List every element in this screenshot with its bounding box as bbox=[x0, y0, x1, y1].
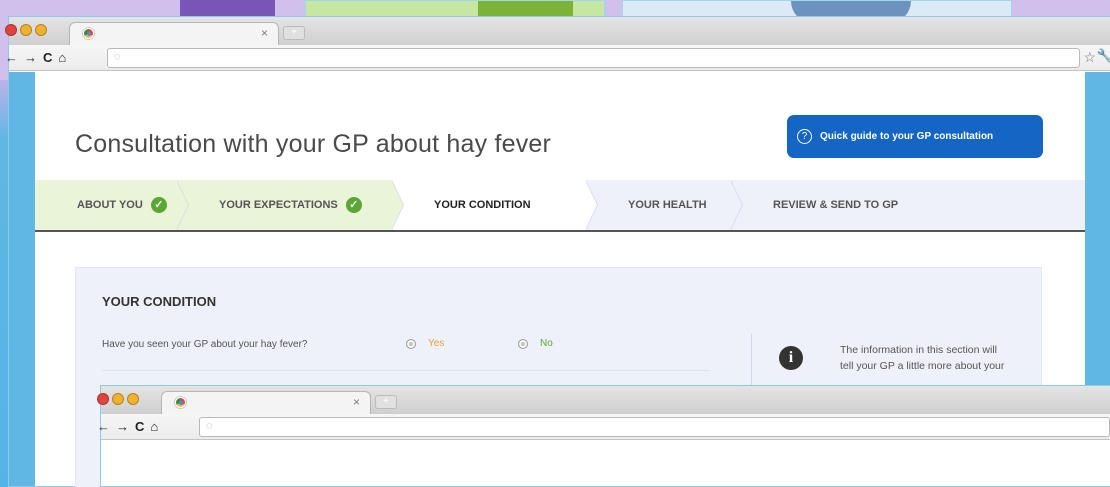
info-text: The information in this section will tel… bbox=[840, 344, 1005, 372]
home-icon[interactable]: ⌂ bbox=[150, 419, 158, 434]
question-icon: ? bbox=[797, 129, 812, 144]
chrome-favicon-icon bbox=[83, 28, 94, 39]
close-tab-icon[interactable]: × bbox=[261, 26, 268, 40]
radio-yes[interactable]: Yes bbox=[406, 338, 444, 349]
quick-guide-button[interactable]: ? Quick guide to your GP consultation bbox=[787, 115, 1043, 158]
close-tab-icon[interactable]: × bbox=[353, 395, 360, 409]
step-label: YOUR CONDITION bbox=[434, 199, 531, 211]
radio-no[interactable]: No bbox=[518, 338, 553, 349]
close-window-button[interactable] bbox=[5, 24, 17, 36]
browser-tab[interactable]: × bbox=[161, 391, 371, 414]
globe-icon: ◌ bbox=[206, 420, 213, 432]
page-title: Consultation with your GP about hay feve… bbox=[75, 130, 552, 158]
reload-icon[interactable]: C bbox=[43, 50, 52, 65]
progress-steps: ABOUT YOU ✓ YOUR EXPECTATIONS ✓ YOUR CON… bbox=[35, 180, 1085, 232]
forward-arrow-icon[interactable]: → bbox=[116, 419, 129, 434]
check-icon: ✓ bbox=[150, 197, 167, 213]
step-your-health[interactable]: YOUR HEALTH bbox=[586, 180, 743, 230]
step-your-expectations[interactable]: YOUR EXPECTATIONS ✓ bbox=[177, 180, 404, 230]
window-controls bbox=[97, 393, 139, 405]
browser-toolbar: ← → C ⌂ ◌ bbox=[97, 414, 1110, 440]
step-label: ABOUT YOU bbox=[77, 199, 143, 211]
minimize-window-button[interactable] bbox=[20, 24, 32, 36]
radio-yes-button[interactable] bbox=[406, 338, 416, 349]
section-title: YOUR CONDITION bbox=[102, 294, 217, 309]
quick-guide-label: Quick guide to your GP consultation bbox=[820, 131, 994, 142]
address-bar[interactable]: ◌ bbox=[107, 48, 1080, 68]
close-window-button[interactable] bbox=[97, 393, 109, 405]
step-label: REVIEW & SEND TO GP bbox=[773, 199, 899, 211]
new-tab-button[interactable]: + bbox=[375, 395, 397, 409]
title-bar: × + bbox=[97, 386, 1110, 414]
browser-window-second: × + ← → C ⌂ ◌ bbox=[97, 385, 1110, 487]
check-icon: ✓ bbox=[345, 197, 362, 213]
step-label: YOUR HEALTH bbox=[628, 199, 707, 211]
wrench-icon[interactable]: 🔧 bbox=[1097, 48, 1110, 64]
radio-yes-label: Yes bbox=[428, 338, 445, 349]
chrome-favicon-icon bbox=[175, 397, 186, 408]
question-label: Have you seen your GP about your hay fev… bbox=[102, 339, 308, 350]
star-icon[interactable]: ☆ bbox=[1083, 49, 1096, 66]
browser-toolbar: ← → C ⌂ ◌ ☆ 🔧 bbox=[5, 45, 1110, 71]
window-controls bbox=[5, 24, 47, 36]
title-bar: × + bbox=[5, 17, 1110, 45]
browser-tab[interactable]: × bbox=[69, 22, 279, 45]
radio-no-button[interactable] bbox=[518, 338, 528, 349]
minimize-window-button[interactable] bbox=[112, 393, 124, 405]
forward-arrow-icon[interactable]: → bbox=[24, 50, 37, 65]
address-bar[interactable]: ◌ bbox=[199, 417, 1110, 437]
step-review-send[interactable]: REVIEW & SEND TO GP bbox=[731, 180, 1085, 230]
back-arrow-icon[interactable]: ← bbox=[5, 50, 18, 65]
info-icon: i bbox=[779, 346, 803, 370]
step-your-condition[interactable]: YOUR CONDITION bbox=[392, 180, 598, 230]
reload-icon[interactable]: C bbox=[135, 419, 144, 434]
radio-no-label: No bbox=[540, 338, 553, 349]
globe-icon: ◌ bbox=[114, 51, 121, 63]
new-tab-button[interactable]: + bbox=[283, 26, 305, 40]
maximize-window-button[interactable] bbox=[35, 24, 47, 36]
step-label: YOUR EXPECTATIONS bbox=[219, 199, 338, 211]
back-arrow-icon[interactable]: ← bbox=[97, 419, 110, 434]
divider bbox=[102, 370, 710, 371]
home-icon[interactable]: ⌂ bbox=[58, 50, 66, 65]
step-about-you[interactable]: ABOUT YOU ✓ bbox=[35, 180, 189, 230]
maximize-window-button[interactable] bbox=[127, 393, 139, 405]
